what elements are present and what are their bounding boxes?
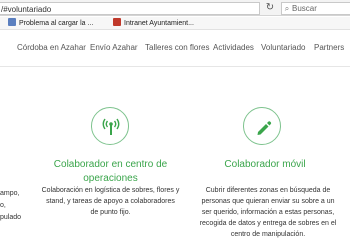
antenna-icon-circle (91, 107, 129, 145)
search-icon: ⌕ (284, 4, 290, 13)
nav-item-cordoba-en-azahar[interactable]: Córdoba en Azahar (17, 42, 86, 54)
bookmark-label: Problema al cargar la ... (19, 20, 94, 27)
desc-line: ser querido, información a estas persona… (201, 209, 335, 216)
bookmark-label: Intranet Ayuntamient... (124, 20, 194, 27)
nav-item-envio-azahar[interactable]: Envío Azahar (90, 42, 138, 54)
partial-line: o, (0, 202, 6, 209)
address-bar[interactable]: /#voluntariado (0, 2, 260, 15)
partial-column-text: ampo, o, pulado (0, 188, 26, 224)
city-hall-icon (113, 18, 121, 26)
search-placeholder: Buscar (292, 4, 317, 13)
search-input[interactable]: ⌕ Buscar (281, 2, 350, 15)
antenna-icon (102, 118, 120, 135)
nav-item-voluntariado[interactable]: Voluntariado (261, 42, 305, 54)
partial-line: ampo, (0, 190, 20, 197)
card-desc-movil: Cubrir diferentes zonas en búsqueda de p… (198, 185, 338, 240)
bookmarks-bar: Problema al cargar la ... Intranet Ayunt… (0, 17, 350, 30)
desc-line: stand, y tareas de apoyo a colaboradores (46, 198, 175, 205)
nav-item-talleres-con-flores[interactable]: Talleres con flores (145, 42, 209, 54)
card-title-movil: Colaborador móvil (224, 159, 306, 170)
desc-line: personas que quieran enviar su sobre a u… (201, 198, 335, 205)
card-title-operaciones: Colaborador en centro de operaciones (38, 158, 183, 186)
partial-line: pulado (0, 214, 22, 221)
site-nav: Córdoba en Azahar Envío Azahar Talleres … (0, 31, 350, 67)
card-desc-operaciones: Colaboración en logística de sobres, flo… (38, 185, 183, 218)
nav-item-actividades[interactable]: Actividades (213, 42, 254, 54)
desc-line: Cubrir diferentes zonas en búsqueda de (205, 187, 331, 194)
desc-line: de punto fijo. (90, 209, 131, 216)
pen-icon-circle (243, 107, 281, 145)
desc-line: Colaboración en logística de sobres, flo… (41, 187, 180, 194)
title-line: Colaborador en centro de (53, 159, 168, 170)
browser-toolbar: /#voluntariado ↻ ⌕ Buscar (0, 0, 350, 16)
bookmark-item[interactable]: Problema al cargar la ... (8, 17, 94, 29)
bookmark-item[interactable]: Intranet Ayuntamient... (113, 17, 194, 29)
reload-icon[interactable]: ↻ (264, 2, 276, 14)
desc-line: centro de manipulación. (230, 231, 306, 238)
nav-item-partners[interactable]: Partners (314, 42, 344, 54)
desc-line: recogida de datos y entrega de sobres en… (199, 220, 337, 227)
title-line: operaciones (83, 173, 138, 184)
pen-icon (257, 121, 272, 135)
document-icon (8, 18, 16, 26)
